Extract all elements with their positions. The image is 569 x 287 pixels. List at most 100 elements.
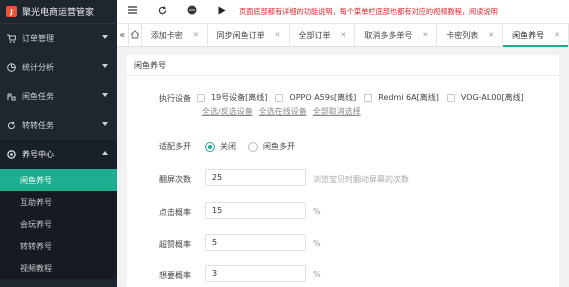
chat-button[interactable] [177, 0, 207, 24]
click-prob-label: 点击概率 [159, 208, 191, 217]
play-button[interactable] [207, 0, 237, 24]
tabs-scroll-left-button[interactable]: « [117, 24, 129, 46]
tab-label: 取消多多单号 [364, 30, 413, 40]
device-name: OPPO A59s[离线] [289, 93, 357, 102]
card-title: 闲鱼养号 [127, 55, 559, 76]
device-selection-links: 全选/反选设备 全选在线设备 全部取消选择 [202, 106, 367, 117]
select-invert-devices-link[interactable]: 全选/反选设备 [202, 106, 253, 117]
fish-icon [7, 92, 16, 101]
refresh-button[interactable] [147, 0, 177, 24]
sidebar-group-orders[interactable]: 订单管理 [0, 24, 117, 53]
radio-button-selected[interactable] [205, 141, 215, 152]
percent-unit: % [313, 239, 321, 248]
app-logo-icon: J [6, 6, 17, 17]
tab-label: 添加卡密 [150, 30, 183, 40]
tab-cancel-pdd-orders[interactable]: 取消多多单号 ✕ [355, 24, 438, 46]
chevron-up-icon [102, 151, 108, 155]
sidebar-group-stats[interactable]: 统计分析 [0, 53, 117, 82]
checkbox[interactable] [197, 93, 205, 102]
percent-unit: % [313, 270, 321, 279]
close-icon[interactable]: ✕ [275, 31, 281, 39]
tab-sync-orders[interactable]: 同步闲鱼订单 ✕ [208, 24, 290, 46]
click-prob-row: 点击概率 [127, 207, 191, 218]
checkbox[interactable] [364, 93, 373, 102]
scroll-count-row: 翻屏次数 [127, 174, 191, 185]
device-option[interactable]: 19号设备[离线] [197, 92, 267, 103]
scroll-count-input[interactable]: 25 [205, 169, 306, 186]
tab-xianyu-account[interactable]: 闲鱼养号 ✕ [503, 24, 569, 47]
sidebar-group-account-center[interactable]: 养号中心 [0, 140, 117, 169]
app-title: 聚光电商运营管家 [22, 8, 95, 18]
want-prob-row: 想要概率 [127, 270, 191, 281]
hamburger-icon [127, 6, 137, 17]
checkbox[interactable] [275, 93, 284, 102]
device-option[interactable]: OPPO A59s[离线] [275, 92, 356, 103]
sidebar-item-xianyu-account[interactable]: 闲鱼养号 [0, 169, 117, 191]
tab-bar: « 添加卡密 ✕ 同步闲鱼订单 ✕ 全部订单 ✕ 取消多多单号 ✕ 卡密列表 ✕… [117, 24, 569, 47]
sidebar-submenu: 闲鱼养号 互助养号 会玩养号 转转养号 视频教程 [0, 169, 117, 279]
select-online-devices-link[interactable]: 全选在线设备 [259, 106, 307, 117]
sidebar-group-label: 订单管理 [22, 34, 54, 43]
click-prob-input[interactable]: 15 [205, 202, 306, 219]
sidebar-group-zhuanzhuan-tasks[interactable]: 转转任务 [0, 111, 117, 140]
close-icon[interactable]: ✕ [422, 31, 428, 39]
deselect-all-link[interactable]: 全部取消选择 [313, 106, 361, 117]
radio-off[interactable]: 关闭 [205, 141, 236, 152]
chat-bubble-icon [187, 5, 197, 18]
sidebar-group-label: 转转任务 [22, 121, 54, 130]
device-name: Redmi 6A[离线] [378, 93, 439, 102]
want-prob-input[interactable]: 3 [205, 265, 306, 282]
tab-card-list[interactable]: 卡密列表 ✕ [437, 24, 504, 46]
sidebar-item-zhuanzhuan-account[interactable]: 转转养号 [0, 235, 117, 257]
sidebar-group-label: 养号中心 [22, 150, 54, 159]
tab-all-orders[interactable]: 全部订单 ✕ [290, 24, 356, 46]
close-icon[interactable]: ✕ [193, 31, 199, 39]
sidebar-group-label: 统计分析 [22, 63, 54, 72]
multi-open-row: 适配多开 关闭 闲鱼多开 [127, 141, 307, 152]
chevron-down-icon [102, 35, 108, 39]
sidebar-group-xianyu-tasks[interactable]: 闲鱼任务 [0, 82, 117, 111]
percent-unit: % [313, 207, 321, 216]
chart-icon [7, 63, 16, 72]
tab-label: 卡密列表 [446, 30, 479, 40]
radio-xianyu-multi[interactable]: 闲鱼多开 [248, 141, 295, 152]
menu-toggle-button[interactable] [117, 0, 147, 24]
checkbox[interactable] [446, 93, 455, 102]
device-option[interactable]: Redmi 6A[离线] [364, 92, 439, 103]
sidebar-group-label: 闲鱼任务 [22, 92, 54, 101]
like-prob-row: 超赞概率 [127, 239, 191, 250]
sidebar-item-mutual-account[interactable]: 互助养号 [0, 191, 117, 213]
device-label: 执行设备 [159, 94, 191, 103]
close-icon[interactable]: ✕ [488, 31, 494, 39]
want-prob-label: 想要概率 [159, 271, 191, 280]
top-bar: 页面底部都有详细的功能说明，每个菜单栏底部也都有对应的视频教程，阅读说明 [117, 0, 569, 24]
device-name: VOG-AL00[离线] [460, 93, 524, 102]
scroll-count-label: 翻屏次数 [159, 175, 191, 184]
chevron-down-icon [102, 122, 108, 126]
like-prob-label: 超赞概率 [159, 240, 191, 249]
device-option[interactable]: VOG-AL00[离线] [446, 92, 524, 103]
radio-label: 关闭 [220, 142, 236, 151]
device-row: 执行设备 [127, 93, 191, 104]
notice-text: 页面底部都有详细的功能说明，每个菜单栏底部也都有对应的视频教程，阅读说明 [239, 6, 498, 16]
app-brand: J 聚光电商运营管家 [0, 0, 117, 24]
scroll-count-hint: 浏览宝贝时翻动屏幕的次数 [313, 175, 409, 184]
device-name: 19号设备[离线] [211, 93, 268, 102]
device-list: 19号设备[离线] OPPO A59s[离线] Redmi 6A[离线] VOG… [197, 92, 532, 103]
settings-card: 闲鱼养号 执行设备 19号设备[离线] OPPO A59s[离线] Redmi … [127, 55, 559, 287]
main-content: 闲鱼养号 执行设备 19号设备[离线] OPPO A59s[离线] Redmi … [117, 47, 569, 287]
home-tab[interactable] [129, 24, 142, 46]
close-icon[interactable]: ✕ [554, 31, 560, 39]
double-chevron-left-icon: « [119, 29, 126, 41]
radio-button[interactable] [248, 141, 258, 152]
tab-add-card[interactable]: 添加卡密 ✕ [142, 24, 208, 46]
tab-label: 全部订单 [298, 30, 331, 40]
sidebar-item-huiwan-account[interactable]: 会玩养号 [0, 213, 117, 235]
close-icon[interactable]: ✕ [341, 31, 347, 39]
sidebar-item-video-tutorial[interactable]: 视频教程 [0, 257, 117, 279]
radio-label: 闲鱼多开 [263, 142, 295, 151]
cart-icon [7, 34, 16, 43]
play-icon [218, 6, 226, 18]
chevron-down-icon [102, 64, 108, 68]
like-prob-input[interactable]: 5 [205, 234, 306, 251]
